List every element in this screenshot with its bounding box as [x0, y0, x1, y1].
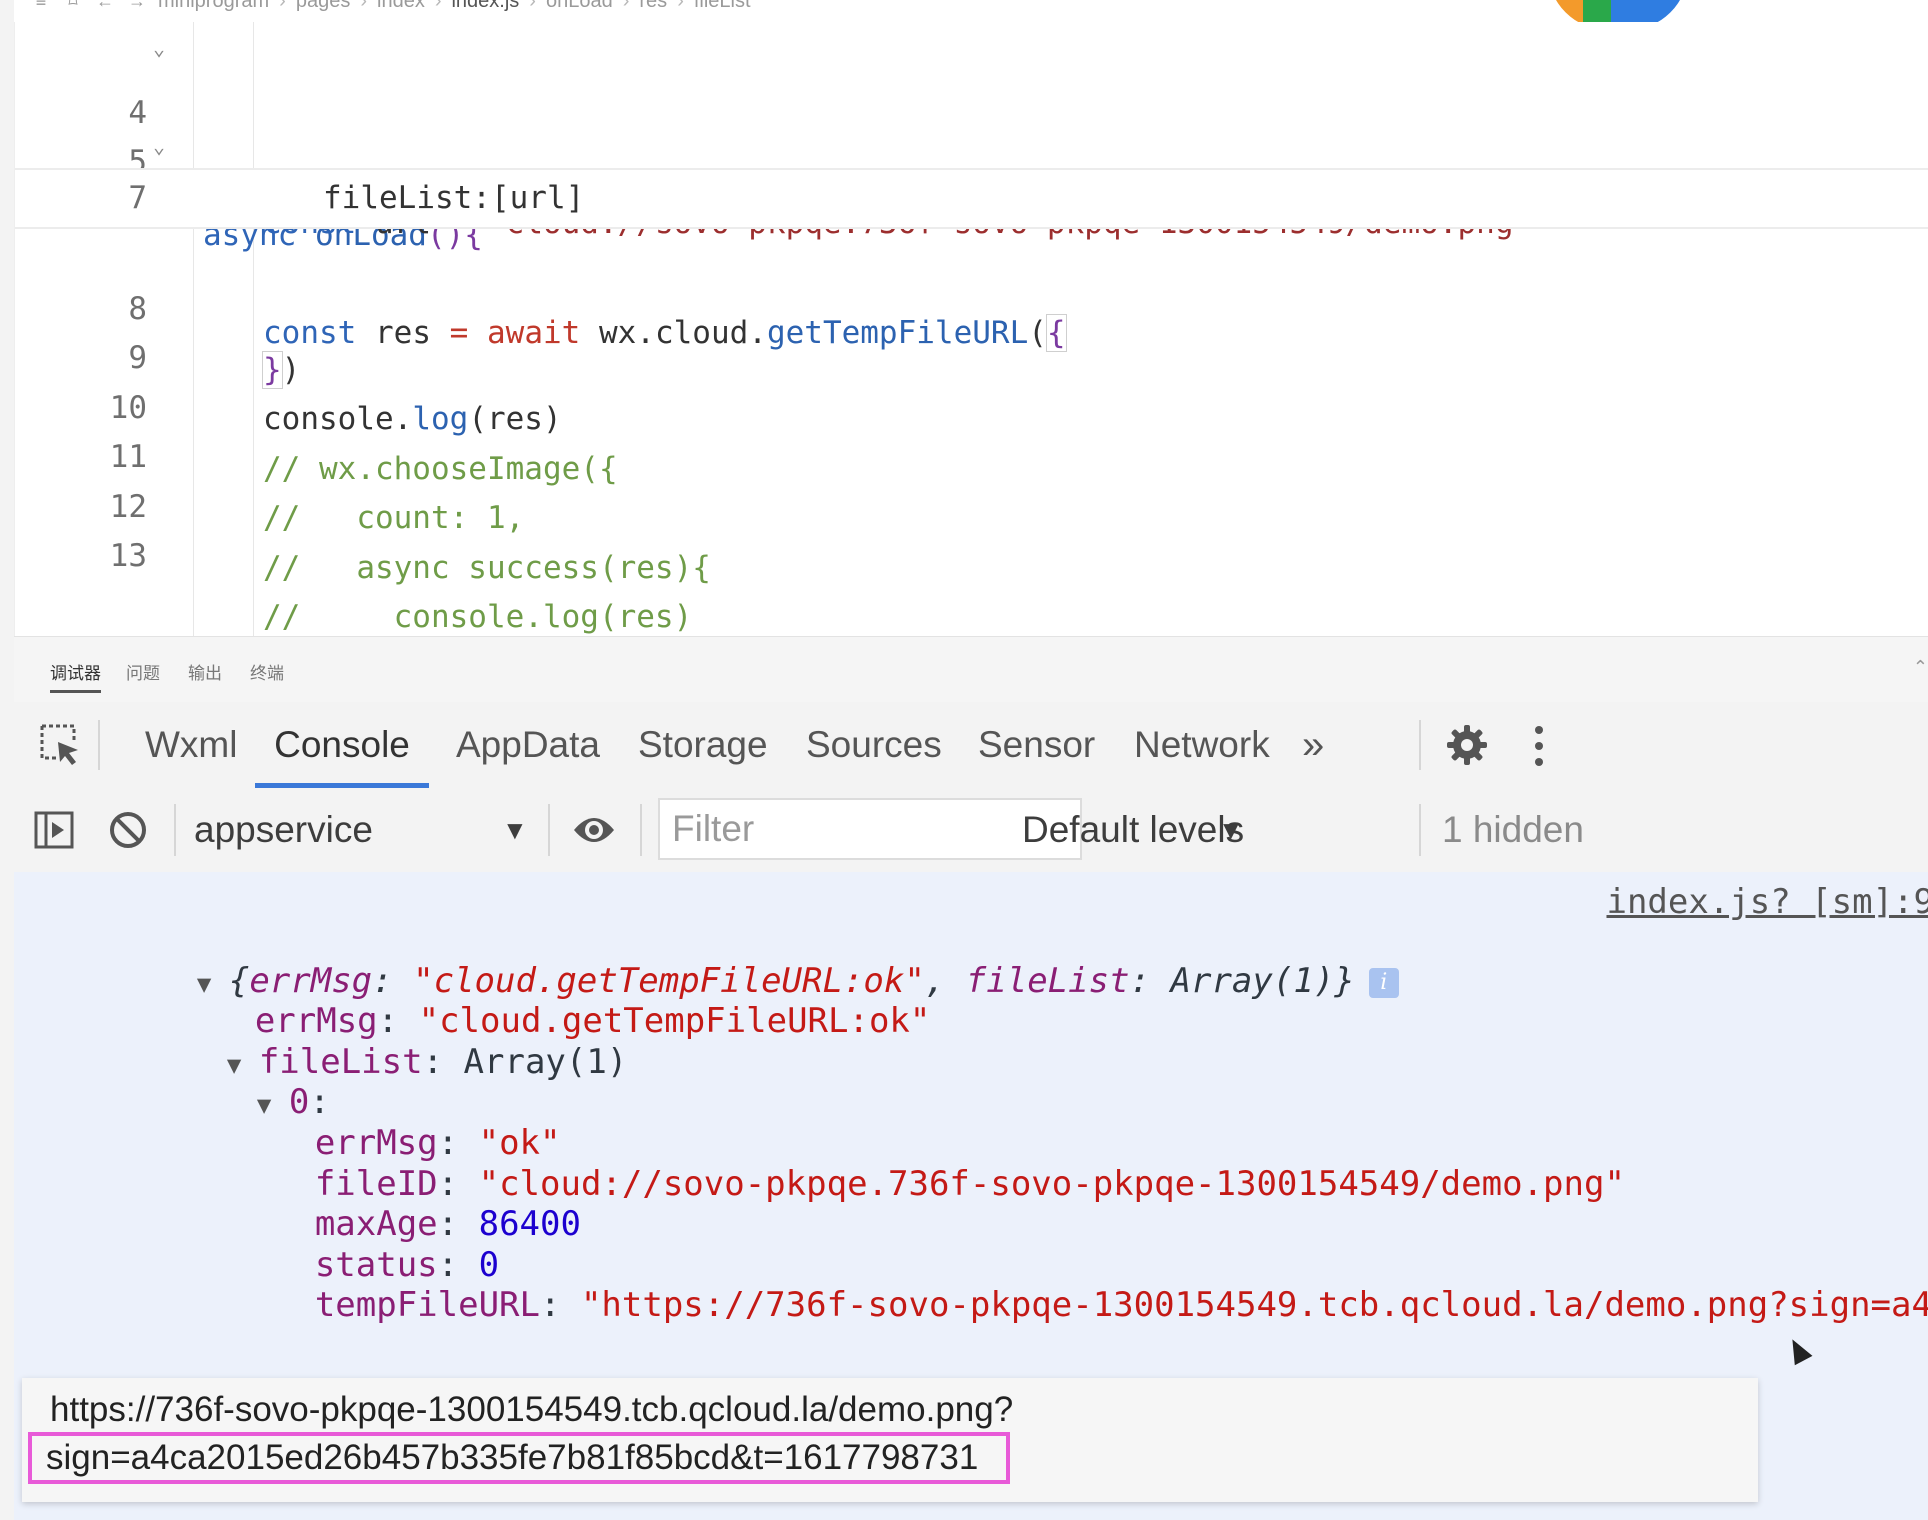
bookmark-icon[interactable]: ⌑ — [62, 0, 84, 10]
context-dropdown-icon[interactable]: ▼ — [502, 788, 528, 872]
breadcrumb-item[interactable]: miniprogram — [158, 0, 269, 13]
fold-chevron-icon[interactable]: ⌄ — [153, 18, 165, 79]
breadcrumb-item[interactable]: fileList — [694, 0, 751, 13]
context-select[interactable]: appservice — [194, 788, 373, 872]
hidden-count: 1 hidden — [1442, 809, 1584, 850]
levels-dropdown-icon[interactable]: ▼ — [1218, 788, 1244, 872]
tab-console[interactable]: Console — [255, 702, 429, 788]
clear-console-icon[interactable] — [108, 810, 148, 850]
console-property-tempfileurl[interactable]: tempFileURL: "https://736f-sovo-pkpqe-13… — [192, 1230, 1928, 1380]
menu-icon[interactable]: ≡ — [30, 0, 52, 10]
gear-icon[interactable] — [1446, 724, 1488, 766]
tab-network[interactable]: Network — [1134, 702, 1270, 788]
tab-output[interactable]: 输出 — [188, 659, 222, 684]
tab-terminal[interactable]: 终端 — [250, 659, 284, 684]
tab-debugger[interactable]: 调试器 — [50, 659, 101, 693]
toolbar-separator — [1419, 804, 1421, 856]
tab-sources[interactable]: Sources — [806, 702, 942, 788]
collapse-caret-icon[interactable]: ⌃ — [1913, 657, 1928, 678]
inspect-element-icon[interactable] — [38, 722, 84, 768]
more-options-icon[interactable] — [1530, 724, 1548, 768]
toolbar-separator — [174, 804, 176, 856]
toolbar-separator — [548, 804, 550, 856]
tab-sensor[interactable]: Sensor — [978, 702, 1095, 788]
toolbar-separator — [98, 720, 100, 770]
breadcrumb-item[interactable]: pages — [296, 0, 351, 13]
url-tooltip: https://736f-sovo-pkpqe-1300154549.tcb.q… — [22, 1378, 1758, 1502]
tab-storage[interactable]: Storage — [638, 702, 768, 788]
breadcrumb-item[interactable]: onLoad — [546, 0, 613, 13]
console-filter-bar: appservice ▼ Default levels ▼ 1 hidden — [14, 788, 1928, 873]
highlighted-sign-param: sign=a4ca2015ed26b457b335fe7b81f85bcd&t=… — [28, 1432, 1011, 1484]
eye-icon[interactable] — [572, 812, 616, 848]
breadcrumb-item-file[interactable]: index.js — [451, 0, 519, 13]
tab-wxml[interactable]: Wxml — [145, 702, 237, 788]
info-icon[interactable]: i — [1368, 967, 1399, 998]
tab-problems[interactable]: 问题 — [126, 659, 160, 684]
line-number: 13 — [109, 538, 147, 574]
code-line: 13 // console.log(res) — [15, 465, 1928, 635]
log-levels-select[interactable]: Default levels — [1022, 788, 1244, 872]
filter-input[interactable] — [658, 798, 1082, 860]
tooltip-line: https://736f-sovo-pkpqe-1300154549.tcb.q… — [50, 1390, 1014, 1429]
devtools-toolbar: Wxml Console AppData Storage Sources Sen… — [14, 702, 1928, 789]
toolbar-separator — [1419, 720, 1421, 770]
more-tabs-icon[interactable]: » — [1302, 702, 1324, 788]
bottom-panel-tabs: 调试器 问题 输出 终端 ⌃ — [14, 636, 1928, 703]
source-link[interactable]: index.js? [sm]:9 — [1606, 882, 1928, 922]
breadcrumb-item[interactable]: index — [377, 0, 425, 13]
back-arrow-icon[interactable]: ← — [94, 0, 116, 10]
toolbar-separator — [640, 804, 642, 856]
tab-appdata[interactable]: AppData — [456, 702, 600, 788]
breadcrumb-item[interactable]: res — [639, 0, 667, 13]
sidebar-toggle-icon[interactable] — [34, 810, 74, 850]
forward-arrow-icon[interactable]: → — [126, 0, 148, 10]
left-gutter-strip — [0, 0, 14, 1520]
code-editor[interactable]: 4 ⌄ async onLoad(){ 5 const url = 'cloud… — [14, 22, 1928, 636]
